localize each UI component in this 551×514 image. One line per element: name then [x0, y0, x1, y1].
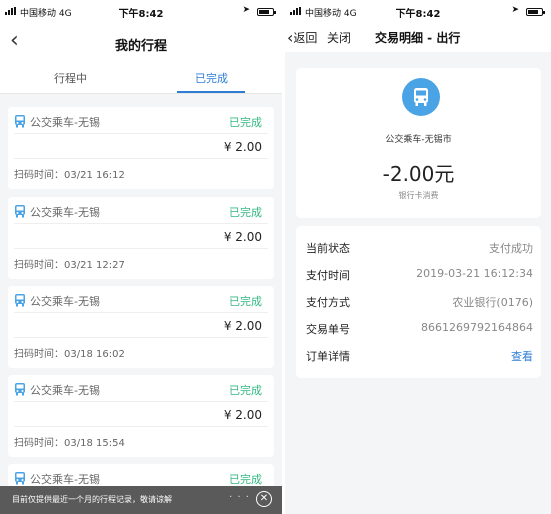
status-time: 下午8:42	[118, 9, 164, 20]
status-bar: 中国移动 4G 下午8:42 ➤	[0, 0, 282, 22]
detail-value: 支付成功	[489, 242, 533, 255]
trip-amount: ¥ 2.00	[223, 319, 262, 333]
bus-icon	[15, 472, 25, 485]
detail-key: 支付时间	[306, 269, 350, 282]
my-trips-screen: 中国移动 4G 下午8:42 ➤ ‹ 我的行程 行程中 已完成 公交乘车-无锡 …	[0, 0, 282, 514]
ellipsis-icon: · · ·	[229, 492, 250, 503]
trip-status: 已完成	[229, 473, 262, 486]
trip-route: 公交乘车-无锡	[30, 206, 100, 219]
trip-amount: ¥ 2.00	[223, 408, 262, 422]
trip-card[interactable]: 公交乘车-无锡 已完成 ¥ 2.00 扫码时间：03/18 16:02	[8, 286, 274, 368]
trip-status: 已完成	[229, 384, 262, 397]
trip-route: 公交乘车-无锡	[30, 295, 100, 308]
trip-route: 公交乘车-无锡	[30, 384, 100, 397]
payment-summary-card: 公交乘车-无锡市 -2.00元 银行卡消费	[296, 68, 541, 218]
location-arrow-icon: ➤	[511, 5, 519, 15]
detail-row-status: 当前状态 支付成功	[306, 238, 533, 256]
bus-logo	[402, 78, 440, 116]
trip-amount: ¥ 2.00	[223, 140, 262, 154]
detail-value: 8661269792164864	[421, 321, 533, 334]
back-button[interactable]: ‹返回	[287, 27, 318, 47]
page-title: 交易明细 - 出行	[375, 31, 461, 45]
detail-value: 农业银行(0176)	[452, 296, 533, 309]
trip-status: 已完成	[229, 206, 262, 219]
payment-amount: -2.00元	[382, 162, 455, 186]
trip-scan-time: 扫码时间：03/21 16:12	[14, 170, 125, 181]
trip-route: 公交乘车-无锡	[30, 116, 100, 129]
tab-in-progress[interactable]: 行程中	[0, 70, 141, 86]
toast-text: 目前仅提供最近一个月的行程记录，敬请谅解	[12, 495, 172, 504]
payment-type: 银行卡消费	[398, 191, 439, 200]
trip-card[interactable]: 公交乘车-无锡 已完成 ¥ 2.00 扫码时间：03/21 12:27	[8, 197, 274, 279]
transaction-details: 当前状态 支付成功 支付时间 2019-03-21 16:12:34 支付方式 …	[296, 226, 541, 378]
back-label: 返回	[293, 31, 318, 45]
location-arrow-icon: ➤	[242, 5, 250, 15]
bus-icon	[15, 383, 25, 396]
bus-icon	[15, 115, 25, 128]
bus-icon	[414, 88, 428, 106]
back-chevron-icon: ‹	[287, 28, 294, 47]
status-bar: 中国移动 4G 下午8:42 ➤	[285, 0, 551, 22]
tab-completed[interactable]: 已完成	[141, 70, 282, 86]
nav-bar: ‹ 我的行程	[0, 22, 282, 62]
detail-row-order-detail: 订单详情 查看	[306, 346, 533, 364]
screenshot-composite: 中国移动 4G 下午8:42 ➤ ‹ 我的行程 行程中 已完成 公交乘车-无锡 …	[0, 0, 551, 514]
battery-icon	[257, 8, 276, 16]
view-order-link[interactable]: 查看	[511, 348, 533, 364]
detail-key: 支付方式	[306, 296, 350, 309]
detail-row-method: 支付方式 农业银行(0176)	[306, 292, 533, 310]
trip-card[interactable]: 公交乘车-无锡 已完成 ¥ 2.00 扫码时间：03/21 16:12	[8, 107, 274, 189]
trip-scan-time: 扫码时间：03/18 16:02	[14, 349, 125, 360]
transaction-detail-screen: 中国移动 4G 下午8:42 ➤ ‹返回 关闭 交易明细 - 出行 公交乘车-无…	[285, 0, 551, 514]
detail-row-order-no: 交易单号 8661269792164864	[306, 319, 533, 337]
trip-scan-time: 扫码时间：03/18 15:54	[14, 438, 125, 449]
battery-icon	[526, 8, 545, 16]
close-button[interactable]: 关闭	[327, 29, 351, 46]
page-title: 我的行程	[114, 39, 167, 54]
active-tab-indicator	[177, 91, 245, 93]
detail-row-time: 支付时间 2019-03-21 16:12:34	[306, 265, 533, 283]
notice-toast: 目前仅提供最近一个月的行程记录，敬请谅解 · · · ✕	[0, 486, 282, 514]
merchant-name: 公交乘车-无锡市	[385, 135, 452, 145]
bus-icon	[15, 294, 25, 307]
bus-icon	[15, 205, 25, 218]
detail-key: 订单详情	[306, 350, 350, 363]
trip-card[interactable]: 公交乘车-无锡 已完成 ¥ 2.00 扫码时间：03/18 15:54	[8, 375, 274, 457]
trip-status: 已完成	[229, 295, 262, 308]
trip-route: 公交乘车-无锡	[30, 473, 100, 486]
close-circle-icon[interactable]: ✕	[256, 491, 272, 507]
nav-bar: ‹返回 关闭 交易明细 - 出行	[285, 22, 551, 52]
detail-value: 2019-03-21 16:12:34	[416, 267, 533, 280]
detail-key: 当前状态	[306, 242, 350, 255]
trip-status: 已完成	[229, 116, 262, 129]
trip-scan-time: 扫码时间：03/21 12:27	[14, 260, 125, 271]
trip-amount: ¥ 2.00	[223, 230, 262, 244]
detail-key: 交易单号	[306, 323, 350, 336]
trip-tabs: 行程中 已完成	[0, 62, 282, 94]
